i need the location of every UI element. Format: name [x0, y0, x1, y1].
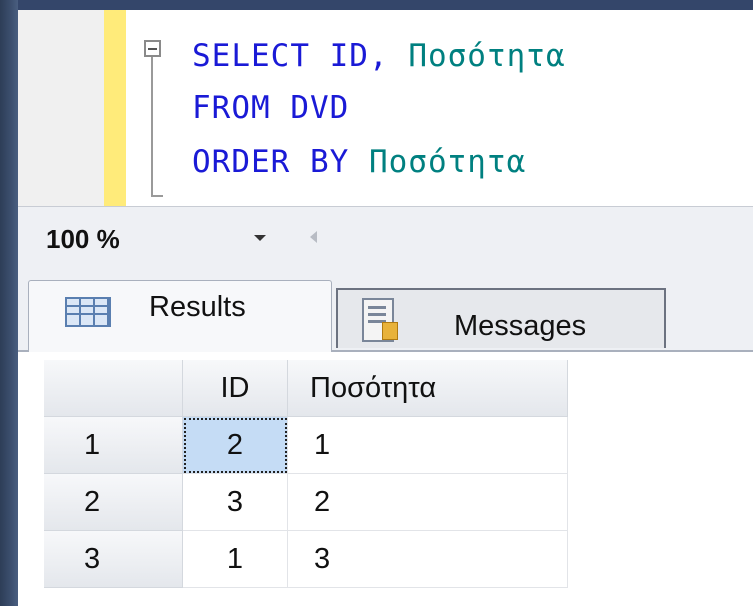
window-left-border	[0, 0, 18, 606]
window-top-border	[0, 0, 753, 10]
keyword-from: FROM	[192, 90, 271, 126]
zoom-bar: 100 %	[18, 206, 753, 268]
code-line-order-by[interactable]: ORDER BY Ποσότητα	[192, 144, 526, 180]
tab-results-label: Results	[149, 291, 246, 323]
column-header-id[interactable]: ID	[183, 360, 288, 417]
grid-header-row: ID Ποσότητα	[44, 360, 568, 417]
zoom-dropdown-chevron-down-icon[interactable]	[254, 235, 266, 241]
change-tracking-bar	[104, 10, 126, 206]
row-number[interactable]: 3	[44, 531, 183, 588]
row-number-header[interactable]	[44, 360, 183, 417]
outline-guide	[151, 57, 153, 197]
cell-id[interactable]: 2	[183, 417, 288, 474]
table-row: 2 3 2	[44, 474, 568, 531]
row-number[interactable]: 1	[44, 417, 183, 474]
collapse-outline-icon[interactable]	[144, 40, 161, 57]
query-editor[interactable]: SELECT ID, Ποσότητα FROM DVD ORDER BY Πο…	[18, 10, 753, 206]
code-line-from[interactable]: FROM DVD	[192, 90, 349, 126]
table-row: 3 1 3	[44, 531, 568, 588]
keyword-order-by: ORDER BY	[192, 144, 350, 180]
grid-icon	[65, 297, 111, 327]
cell-quantity[interactable]: 2	[288, 474, 568, 531]
identifier-quantity-order: Ποσότητα	[349, 144, 527, 180]
results-tab-strip: Results Messages	[18, 266, 753, 352]
zoom-level-value[interactable]: 100 %	[46, 224, 120, 255]
tab-messages-label: Messages	[454, 310, 587, 342]
cell-quantity[interactable]: 3	[288, 531, 568, 588]
column-list: ID,	[309, 38, 409, 74]
cell-id[interactable]: 1	[183, 531, 288, 588]
table-row: 1 2 1	[44, 417, 568, 474]
outline-guide-end	[151, 195, 163, 197]
row-number[interactable]: 2	[44, 474, 183, 531]
cell-id[interactable]: 3	[183, 474, 288, 531]
identifier-quantity: Ποσότητα	[408, 38, 566, 74]
column-header-quantity[interactable]: Ποσότητα	[288, 360, 568, 417]
table-name: DVD	[270, 90, 350, 126]
scroll-left-icon[interactable]	[310, 231, 317, 243]
results-grid: ID Ποσότητα 1 2 1 2 3 2 3 1 3	[44, 360, 568, 588]
messages-icon	[362, 298, 398, 342]
editor-margin	[18, 10, 104, 206]
code-line-select[interactable]: SELECT ID, Ποσότητα	[192, 38, 566, 74]
tab-results[interactable]: Results	[28, 280, 332, 352]
cell-quantity[interactable]: 1	[288, 417, 568, 474]
tab-messages[interactable]: Messages	[336, 288, 666, 348]
keyword-select: SELECT	[192, 38, 310, 74]
